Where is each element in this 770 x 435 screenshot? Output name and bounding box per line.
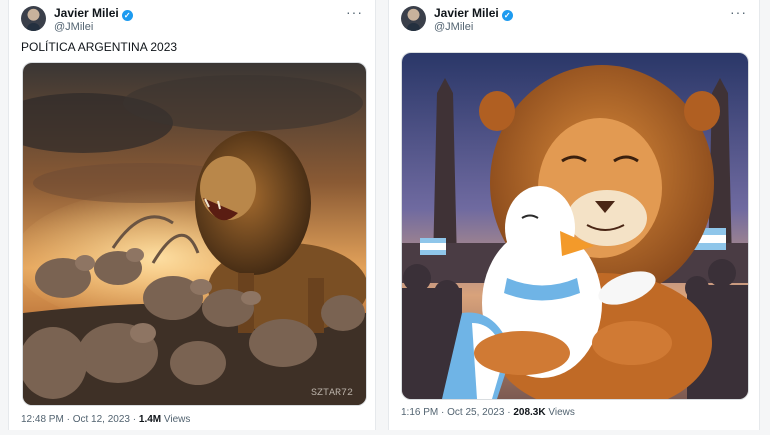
views-count: 1.4M [138, 414, 162, 425]
lion-rats-illustration: SZTAR72 [23, 63, 366, 405]
author-name[interactable]: Javier Milei ✓ [434, 6, 513, 21]
tweet-timestamp[interactable]: 12:48 PM · Oct 12, 2023 [21, 414, 130, 425]
verified-icon: ✓ [121, 10, 133, 21]
views-label: Views [548, 407, 575, 418]
tweet-card-right[interactable]: Javier Milei ✓ @JMilei ··· 1:16 PM · Oct… [388, 0, 760, 430]
more-options-icon[interactable]: ··· [730, 4, 747, 20]
author-handle[interactable]: @JMilei [434, 21, 473, 33]
author-name[interactable]: Javier Milei ✓ [54, 6, 133, 21]
tweet-image-lion-duck[interactable] [401, 52, 749, 400]
image-watermark: SZTAR72 [311, 388, 353, 399]
avatar[interactable] [21, 6, 46, 31]
tweet-timestamp[interactable]: 1:16 PM · Oct 25, 2023 [401, 407, 504, 418]
tweet-meta: 1:16 PM · Oct 25, 2023 · 208.3K Views [401, 407, 575, 418]
tweet-header: Javier Milei ✓ @JMilei ··· [21, 4, 365, 38]
tweet-text: POLÍTICA ARGENTINA 2023 [21, 40, 178, 54]
views-label: Views [163, 414, 191, 425]
more-options-icon[interactable]: ··· [346, 4, 363, 20]
views-count: 208.3K [513, 407, 546, 418]
tweet-card-left[interactable]: Javier Milei ✓ @JMilei ··· POLÍTICA ARGEN… [8, 0, 376, 430]
tweet-image-lion-rats[interactable]: SZTAR72 [22, 62, 367, 406]
lion-duck-illustration [402, 53, 748, 399]
tweet-header: Javier Milei ✓ @JMilei ··· [401, 4, 749, 38]
avatar[interactable] [401, 6, 426, 31]
tweet-meta: 12:48 PM · Oct 12, 2023 · 1.4M Views [21, 414, 191, 425]
verified-icon: ✓ [501, 10, 513, 21]
author-handle[interactable]: @JMilei [54, 21, 93, 33]
